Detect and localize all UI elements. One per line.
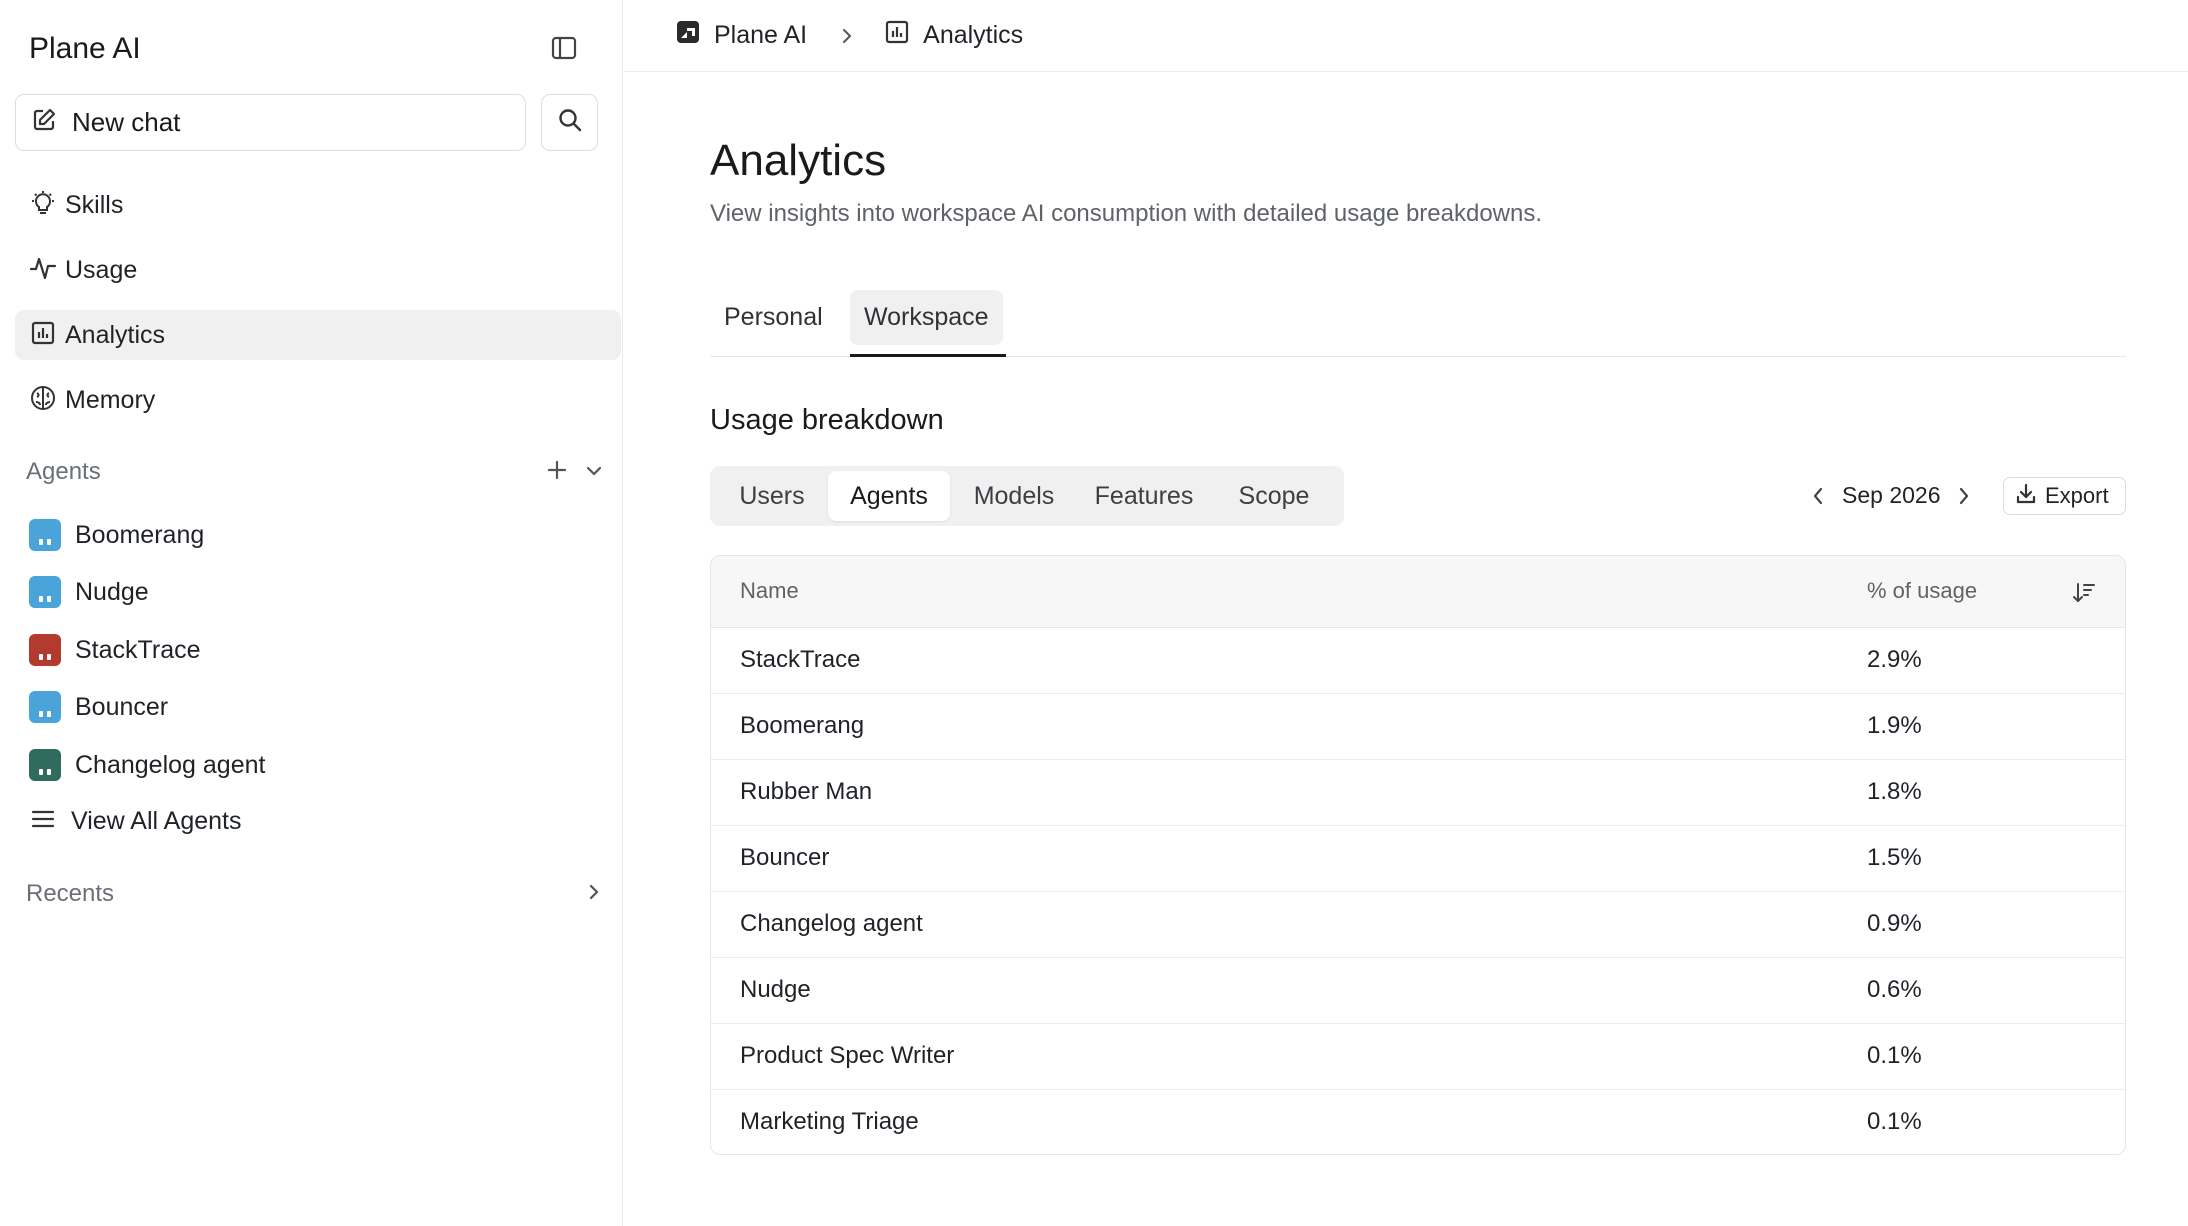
breadcrumb-label: Plane AI: [714, 21, 808, 49]
breadcrumb-analytics[interactable]: Analytics: [883, 18, 1023, 53]
agent-avatar-icon: [29, 749, 61, 781]
agent-label: StackTrace: [75, 635, 201, 664]
sidebar-agent-changelog[interactable]: Changelog agent: [15, 740, 621, 790]
active-tab-indicator: [850, 354, 1006, 357]
agent-label: Boomerang: [75, 520, 205, 549]
sidebar-item-label: Analytics: [65, 320, 166, 349]
sidebar-item-label: Skills: [65, 190, 124, 219]
table-row[interactable]: Marketing Triage 0.1%: [711, 1090, 2125, 1154]
breadcrumb: Plane AI Analytics: [624, 0, 2188, 72]
sidebar-item-label: Usage: [65, 255, 138, 284]
tab-bar: Personal Workspace: [710, 290, 2126, 357]
sidebar-toggle-icon[interactable]: [548, 32, 580, 64]
agent-avatar-icon: [29, 691, 61, 723]
cell-usage: 0.6%: [1867, 976, 1922, 1003]
table-row[interactable]: Bouncer 1.5%: [711, 826, 2125, 892]
sidebar-item-analytics[interactable]: Analytics: [15, 310, 621, 360]
column-header-usage[interactable]: % of usage: [1867, 578, 1977, 604]
cell-usage: 2.9%: [1867, 646, 1922, 673]
segment-scope[interactable]: Scope: [1214, 471, 1334, 521]
cell-name: Rubber Man: [740, 778, 873, 805]
list-icon: [29, 805, 57, 838]
tab-workspace[interactable]: Workspace: [850, 290, 1003, 345]
page-title: Analytics: [710, 136, 887, 185]
download-icon: [2014, 482, 2038, 511]
tab-personal[interactable]: Personal: [710, 290, 837, 345]
breakdown-segmented-control: Users Agents Models Features Scope: [710, 466, 1344, 526]
agent-label: Bouncer: [75, 692, 169, 721]
agent-avatar-icon: [29, 519, 61, 551]
new-chat-label: New chat: [72, 107, 181, 137]
recents-heading[interactable]: Recents: [26, 880, 114, 908]
agent-avatar-icon: [29, 634, 61, 666]
cell-usage: 1.8%: [1867, 778, 1922, 805]
new-chat-button[interactable]: New chat: [15, 94, 526, 151]
table-row[interactable]: Rubber Man 1.8%: [711, 760, 2125, 826]
month-label: Sep 2026: [1842, 482, 1941, 508]
sidebar-agent-boomerang[interactable]: Boomerang: [15, 510, 621, 560]
table-row[interactable]: Nudge 0.6%: [711, 958, 2125, 1024]
table-row[interactable]: Boomerang 1.9%: [711, 694, 2125, 760]
segment-features[interactable]: Features: [1074, 471, 1214, 521]
view-all-label: View All Agents: [71, 806, 242, 835]
export-label: Export: [2045, 483, 2109, 508]
cell-name: StackTrace: [740, 646, 861, 673]
breadcrumb-plane-ai[interactable]: Plane AI: [674, 18, 807, 53]
breadcrumb-label: Analytics: [923, 21, 1024, 49]
sidebar-item-label: Memory: [65, 385, 156, 414]
agents-heading: Agents: [26, 458, 101, 485]
agent-label: Changelog agent: [75, 750, 266, 779]
cell-name: Changelog agent: [740, 910, 923, 937]
bar-chart-icon: [883, 18, 911, 53]
page-subtitle: View insights into workspace AI consumpt…: [710, 200, 1543, 227]
brain-icon: [29, 384, 57, 417]
table-row[interactable]: Product Spec Writer 0.1%: [711, 1024, 2125, 1090]
edit-icon: [30, 106, 58, 139]
column-header-name[interactable]: Name: [740, 578, 799, 604]
cell-usage: 1.9%: [1867, 712, 1922, 739]
sort-icon[interactable]: [2071, 580, 2097, 606]
sidebar-item-usage[interactable]: Usage: [15, 245, 621, 295]
export-button[interactable]: Export: [2003, 477, 2126, 515]
cell-name: Product Spec Writer: [740, 1042, 955, 1069]
sidebar: Plane AI New chat Skills Usage Analytics: [0, 0, 623, 1226]
sidebar-item-memory[interactable]: Memory: [15, 375, 621, 425]
add-agent-icon[interactable]: [545, 458, 569, 482]
sidebar-agent-bouncer[interactable]: Bouncer: [15, 682, 621, 732]
usage-table: Name % of usage StackTrace 2.9% Boomeran…: [710, 555, 2126, 1155]
cell-name: Marketing Triage: [740, 1108, 919, 1135]
sidebar-agent-nudge[interactable]: Nudge: [15, 567, 621, 617]
section-title: Usage breakdown: [710, 404, 944, 436]
cell-name: Bouncer: [740, 844, 830, 871]
chevron-left-icon[interactable]: [1806, 484, 1830, 508]
cell-usage: 0.1%: [1867, 1042, 1922, 1069]
table-header: Name % of usage: [711, 556, 2125, 628]
cell-usage: 0.1%: [1867, 1108, 1922, 1135]
segment-agents[interactable]: Agents: [828, 471, 950, 521]
chevron-right-icon[interactable]: [1952, 484, 1976, 508]
sidebar-item-skills[interactable]: Skills: [15, 180, 621, 230]
table-row[interactable]: Changelog agent 0.9%: [711, 892, 2125, 958]
agent-label: Nudge: [75, 577, 149, 606]
activity-icon: [29, 254, 57, 287]
cell-usage: 0.9%: [1867, 910, 1922, 937]
lightbulb-icon: [29, 189, 57, 222]
segment-users[interactable]: Users: [716, 471, 828, 521]
search-icon: [556, 106, 584, 139]
agent-avatar-icon: [29, 576, 61, 608]
sidebar-agent-stacktrace[interactable]: StackTrace: [15, 625, 621, 675]
app-title: Plane AI: [29, 32, 141, 65]
segment-models[interactable]: Models: [954, 471, 1074, 521]
table-row[interactable]: StackTrace 2.9%: [711, 628, 2125, 694]
chevron-right-icon[interactable]: [583, 881, 605, 903]
bar-chart-icon: [29, 319, 57, 352]
search-button[interactable]: [541, 94, 598, 151]
cell-name: Nudge: [740, 976, 811, 1003]
cell-usage: 1.5%: [1867, 844, 1922, 871]
cell-name: Boomerang: [740, 712, 865, 739]
plane-logo-icon: [674, 18, 702, 53]
chevron-down-icon[interactable]: [583, 460, 605, 482]
view-all-agents-link[interactable]: View All Agents: [15, 796, 621, 846]
chevron-right-icon: [837, 26, 857, 46]
